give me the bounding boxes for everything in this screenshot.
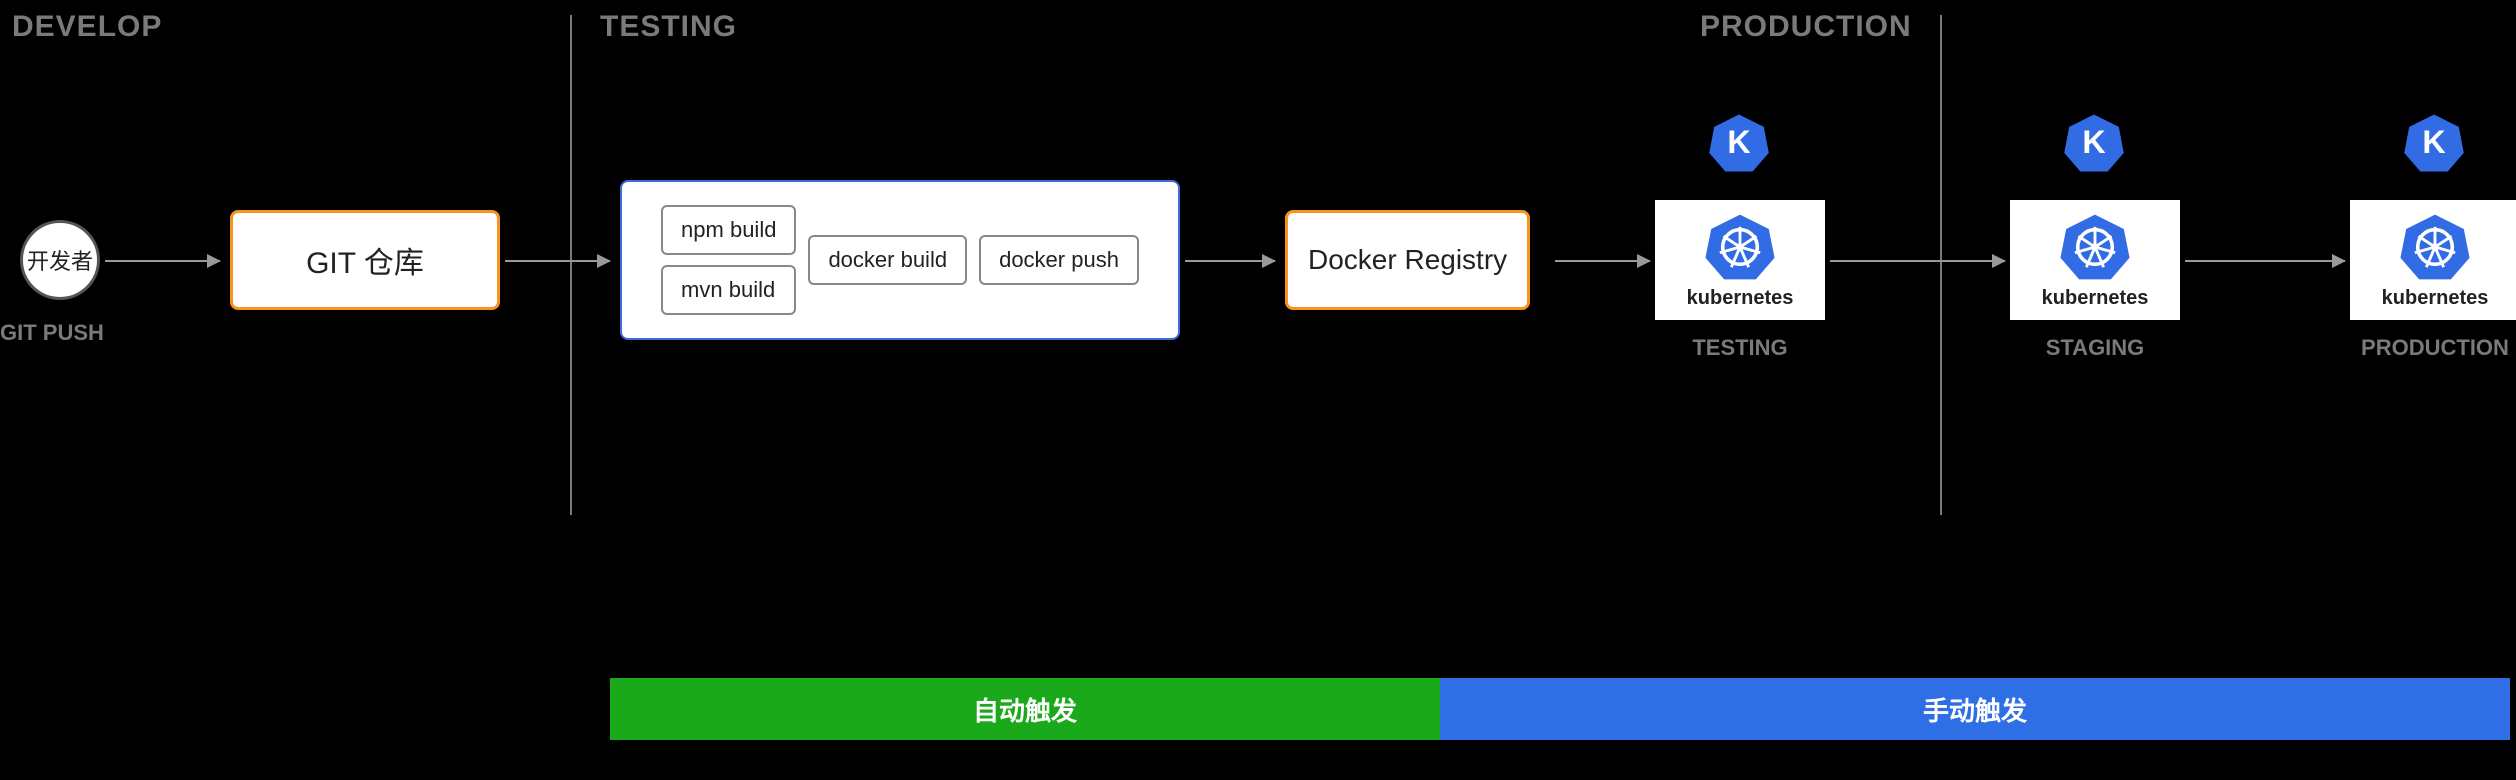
build-step-mvn: mvn build: [661, 265, 796, 315]
kubernetes-staging-brand: kubernetes: [2042, 287, 2149, 310]
stage-label-develop: DEVELOP: [12, 10, 162, 44]
kubernetes-testing-brand: kubernetes: [1687, 287, 1794, 310]
git-repo-label: GIT 仓库: [306, 238, 424, 282]
actor-caption-gitpush: GIT PUSH: [0, 320, 104, 346]
stage-divider-2: [1940, 15, 1942, 515]
kubernetes-production-brand: kubernetes: [2382, 287, 2489, 310]
build-step-docker-push: docker push: [979, 235, 1139, 285]
kubernetes-badge-icon: K: [2403, 112, 2465, 174]
kubernetes-wheel-icon: [1704, 211, 1776, 283]
svg-text:K: K: [2422, 124, 2445, 160]
actor-developer: 开发者: [20, 220, 100, 300]
kubernetes-wheel-icon: [2059, 211, 2131, 283]
git-repo-box: GIT 仓库: [230, 210, 500, 310]
actor-developer-label: 开发者: [27, 244, 93, 276]
stage-label-production: PRODUCTION: [1700, 10, 1912, 44]
svg-text:K: K: [2082, 124, 2105, 160]
arrow-git-build: [505, 260, 610, 262]
build-col-lang: npm build mvn build: [661, 205, 796, 315]
kubernetes-testing-box: kubernetes: [1655, 200, 1825, 320]
build-step-npm: npm build: [661, 205, 796, 255]
kubernetes-production-caption: PRODUCTION: [2350, 335, 2516, 361]
kubernetes-staging-caption: STAGING: [2010, 335, 2180, 361]
arrow-testing-staging: [1830, 260, 2005, 262]
footer-auto-trigger: 自动触发: [610, 678, 1440, 740]
kubernetes-badge-icon: K: [1708, 112, 1770, 174]
stage-label-testing: TESTING: [600, 10, 737, 44]
docker-registry-label: Docker Registry: [1288, 244, 1527, 276]
svg-text:K: K: [1727, 124, 1750, 160]
build-steps-box: npm build mvn build docker build docker …: [620, 180, 1180, 340]
stage-divider-1: [570, 15, 572, 515]
docker-registry-box: Docker Registry: [1285, 210, 1530, 310]
kubernetes-production-box: kubernetes: [2350, 200, 2516, 320]
kubernetes-staging-box: kubernetes: [2010, 200, 2180, 320]
kubernetes-testing-caption: TESTING: [1655, 335, 1825, 361]
arrow-staging-production: [2185, 260, 2345, 262]
arrow-registry-k8s-testing: [1555, 260, 1650, 262]
footer-manual-trigger: 手动触发: [1440, 678, 2510, 740]
arrow-dev-git: [105, 260, 220, 262]
kubernetes-wheel-icon: [2399, 211, 2471, 283]
build-step-docker-build: docker build: [808, 235, 967, 285]
arrow-build-registry: [1185, 260, 1275, 262]
kubernetes-badge-icon: K: [2063, 112, 2125, 174]
